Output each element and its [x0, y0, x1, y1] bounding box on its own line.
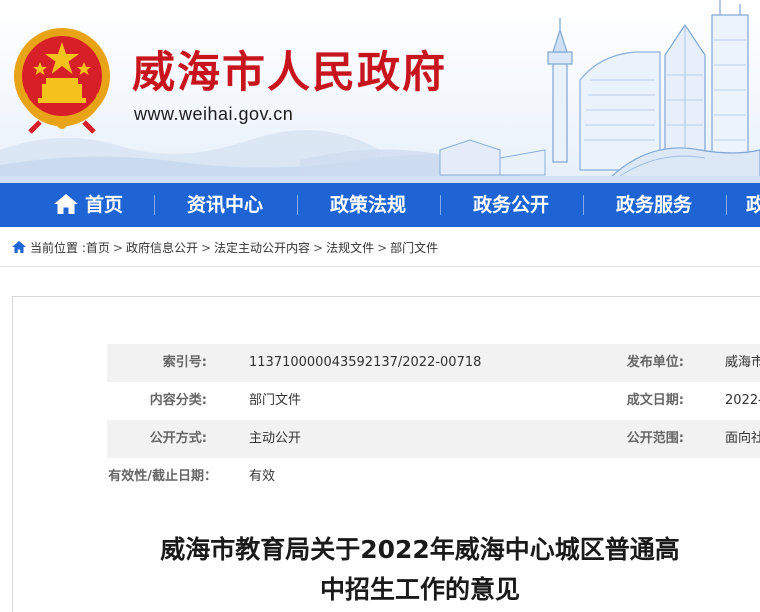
- metadata-value-publisher: 威海市: [725, 355, 760, 370]
- metadata-value-date: 2022-: [725, 393, 760, 408]
- breadcrumb-separator: >: [313, 241, 324, 255]
- metadata-value-index-number: 113710000043592137/2022-00718: [249, 355, 482, 370]
- location-icon: [12, 241, 26, 253]
- metadata-row-category: 内容分类: 部门文件 成文日期: 2022-: [107, 382, 760, 420]
- nav-item-news-center[interactable]: 资讯中心: [168, 183, 282, 227]
- metadata-label: 索引号:: [162, 355, 207, 370]
- breadcrumb-separator: >: [377, 241, 388, 255]
- nav-item-policies[interactable]: 政策法规: [311, 183, 425, 227]
- breadcrumb-separator: >: [112, 241, 123, 255]
- site-url: www.weihai.gov.cn: [134, 104, 294, 124]
- metadata-label: 有效性/截止日期：: [108, 469, 217, 484]
- nav-divider: [154, 195, 155, 215]
- metadata-label: 内容分类:: [149, 393, 207, 408]
- metadata-value-validity: 有效: [249, 469, 276, 484]
- nav-item-home[interactable]: 首页: [38, 183, 138, 227]
- breadcrumb: 当前位置 :首页 > 政府信息公开 > 法定主动公开内容 > 法规文件 > 部门文件: [12, 239, 438, 257]
- breadcrumb-divider: [0, 266, 760, 267]
- nav-item-government-services[interactable]: 政务服务: [597, 183, 711, 227]
- breadcrumb-prefix: 当前位置 :: [30, 241, 86, 255]
- metadata-value-disclosure-method: 主动公开: [249, 431, 302, 446]
- metadata-label: 公开方式:: [149, 431, 207, 446]
- metadata-value-category: 部门文件: [249, 393, 302, 408]
- national-emblem-icon: [14, 28, 110, 134]
- metadata-row-index: 索引号: 113710000043592137/2022-00718 发布单位:…: [107, 344, 760, 382]
- metadata-value-disclosure-scope: 面向社: [725, 431, 760, 446]
- home-icon: [53, 193, 78, 214]
- metadata-row-validity: 有效性/截止日期： 有效: [107, 458, 760, 496]
- breadcrumb-item-department-docs[interactable]: 部门文件: [390, 241, 438, 255]
- nav-item-truncated[interactable]: 政: [746, 183, 760, 227]
- breadcrumb-separator: >: [200, 241, 212, 255]
- metadata-label: 发布单位:: [626, 355, 684, 370]
- article-title: 威海市教育局关于2022年威海中心城区普通高 中招生工作的意见: [80, 530, 760, 610]
- nav-divider: [440, 195, 441, 215]
- nav-divider: [726, 195, 727, 215]
- nav-item-label: 首页: [84, 194, 123, 216]
- article-title-line-1: 威海市教育局关于2022年威海中心城区普通高: [160, 535, 680, 564]
- breadcrumb-item-regulations[interactable]: 法规文件: [326, 241, 374, 255]
- metadata-label: 公开范围:: [626, 431, 684, 446]
- breadcrumb-item-gov-info[interactable]: 政府信息公开: [126, 241, 198, 255]
- article-title-line-2: 中招生工作的意见: [319, 575, 520, 604]
- nav-item-government-affairs[interactable]: 政务公开: [454, 183, 568, 227]
- breadcrumb-item-home[interactable]: 首页: [86, 241, 110, 255]
- site-title[interactable]: 威海市人民政府: [132, 44, 447, 102]
- metadata-label: 成文日期:: [626, 393, 684, 408]
- header-banner: 威海市人民政府 www.weihai.gov.cn: [0, 0, 760, 183]
- nav-divider: [583, 195, 584, 215]
- nav-divider: [297, 195, 298, 215]
- main-navigation: 首页 资讯中心 政策法规 政务公开 政务服务 政: [0, 183, 760, 227]
- metadata-row-disclosure: 公开方式: 主动公开 公开范围: 面向社: [107, 420, 760, 458]
- breadcrumb-item-statutory[interactable]: 法定主动公开内容: [214, 241, 310, 255]
